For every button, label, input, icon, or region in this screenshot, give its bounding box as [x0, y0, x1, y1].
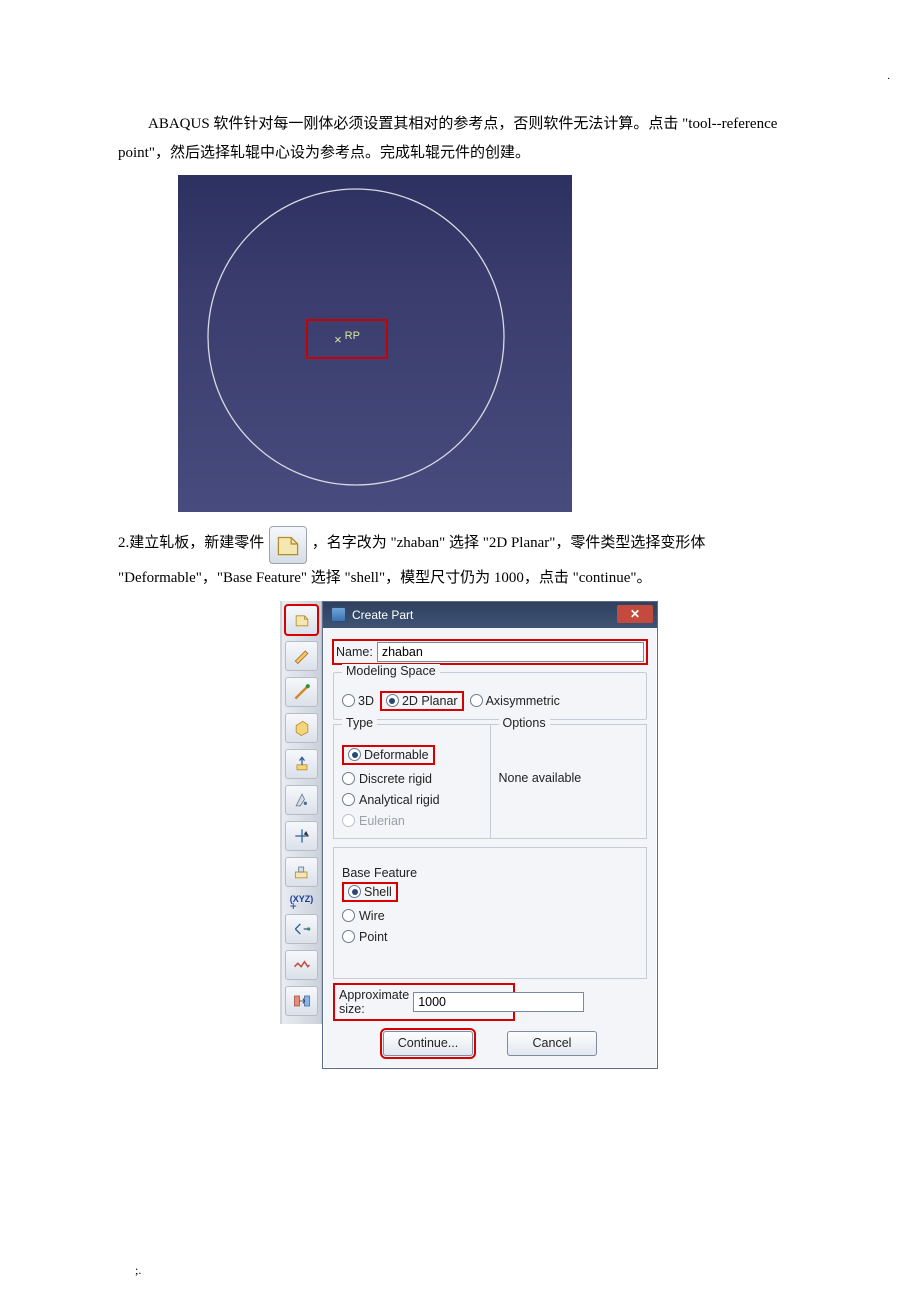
create-part-dialog: Create Part ✕ Name: Modeling Space 3D [322, 601, 658, 1069]
radio-wire[interactable]: Wire [342, 909, 638, 923]
radio-icon [342, 793, 355, 806]
create-part-figure: (XYZ) + Create Part ✕ [280, 601, 658, 1069]
name-row: Name: [333, 640, 647, 664]
corner-mark: . [887, 70, 890, 82]
radio-wire-label: Wire [359, 909, 385, 923]
close-icon: ✕ [630, 607, 640, 621]
radio-point[interactable]: Point [342, 930, 638, 944]
approximate-size-input[interactable] [413, 992, 584, 1012]
type-options-row: Type Deformable Discrete rigid [333, 724, 647, 839]
radio-icon [342, 772, 355, 785]
radio-icon [470, 694, 483, 707]
options-group: Options None available [491, 724, 648, 839]
rp-label: RP [345, 330, 360, 342]
radio-deformable-label: Deformable [364, 748, 429, 762]
radio-axisymmetric[interactable]: Axisymmetric [470, 694, 560, 708]
para2-prefix: 2.建立轧板，新建零件 [118, 535, 268, 551]
options-legend: Options [499, 716, 550, 730]
approximate-size-row: Approximate size: [333, 983, 515, 1021]
radio-eulerian-label: Eulerian [359, 814, 405, 828]
rp-cross-icon: × [334, 332, 342, 347]
base-feature-legend: Base Feature [342, 866, 417, 880]
options-value: None available [499, 743, 639, 785]
radio-3d[interactable]: 3D [342, 694, 374, 708]
modeling-space-group: Modeling Space 3D 2D Planar Axisymmet [333, 672, 647, 720]
radio-3d-label: 3D [358, 694, 374, 708]
dialog-title-text: Create Part [352, 608, 413, 622]
radio-icon [342, 814, 355, 827]
toolbar-create-part-button[interactable] [285, 605, 318, 635]
close-button[interactable]: ✕ [617, 605, 653, 623]
abaqus-viewport: × RP [178, 175, 572, 512]
toolbar-button-10[interactable] [285, 950, 318, 980]
footer-mark: ;. [135, 1263, 141, 1278]
radio-icon [342, 694, 355, 707]
toolbar-button-11[interactable] [285, 986, 318, 1016]
radio-icon [386, 694, 399, 707]
radio-eulerian: Eulerian [342, 814, 482, 828]
abaqus-toolbar: (XYZ) + [280, 601, 322, 1025]
radio-2d-planar[interactable]: 2D Planar [380, 691, 464, 711]
name-label: Name: [336, 645, 373, 659]
toolbar-button-5[interactable] [285, 749, 318, 779]
dialog-titlebar: Create Part ✕ [323, 602, 657, 628]
radio-icon [348, 885, 361, 898]
radio-shell[interactable]: Shell [342, 882, 398, 902]
radio-2d-label: 2D Planar [402, 694, 458, 708]
toolbar-button-6[interactable] [285, 785, 318, 815]
radio-icon [342, 930, 355, 943]
cancel-button[interactable]: Cancel [507, 1031, 597, 1056]
approximate-size-label: Approximate size: [339, 988, 409, 1016]
radio-analytical-rigid[interactable]: Analytical rigid [342, 793, 482, 807]
radio-deformable[interactable]: Deformable [342, 745, 435, 765]
paragraph-1: ABAQUS 软件针对每一刚体必须设置其相对的参考点，否则软件无法计算。点击 "… [118, 110, 800, 167]
radio-icon [348, 748, 361, 761]
base-feature-group: Base Feature Shell Wire Point [333, 847, 647, 979]
continue-button[interactable]: Continue... [383, 1031, 473, 1056]
toolbar-button-4[interactable] [285, 713, 318, 743]
type-legend: Type [342, 716, 377, 730]
type-group: Type Deformable Discrete rigid [333, 724, 491, 839]
modeling-space-legend: Modeling Space [342, 664, 440, 678]
radio-discrete-rigid[interactable]: Discrete rigid [342, 772, 482, 786]
name-input[interactable] [377, 642, 644, 662]
toolbar-button-2[interactable] [285, 641, 318, 671]
create-part-icon [269, 526, 307, 564]
radio-discrete-label: Discrete rigid [359, 772, 432, 786]
toolbar-button-8[interactable] [285, 857, 318, 887]
radio-icon [342, 909, 355, 922]
radio-axi-label: Axisymmetric [486, 694, 560, 708]
reference-point-highlight: × RP [306, 319, 388, 359]
radio-point-label: Point [359, 930, 388, 944]
radio-analytical-label: Analytical rigid [359, 793, 440, 807]
paragraph-2: 2.建立轧板，新建零件 ，名字改为 "zhaban" 选择 "2D Planar… [118, 526, 800, 593]
radio-shell-label: Shell [364, 885, 392, 899]
toolbar-button-7[interactable] [285, 821, 318, 851]
toolbar-button-9[interactable] [285, 914, 318, 944]
dialog-app-icon [331, 607, 346, 622]
toolbar-xyz-label: (XYZ) + [290, 893, 314, 909]
toolbar-button-3[interactable] [285, 677, 318, 707]
dialog-button-row: Continue... Cancel [333, 1031, 647, 1056]
